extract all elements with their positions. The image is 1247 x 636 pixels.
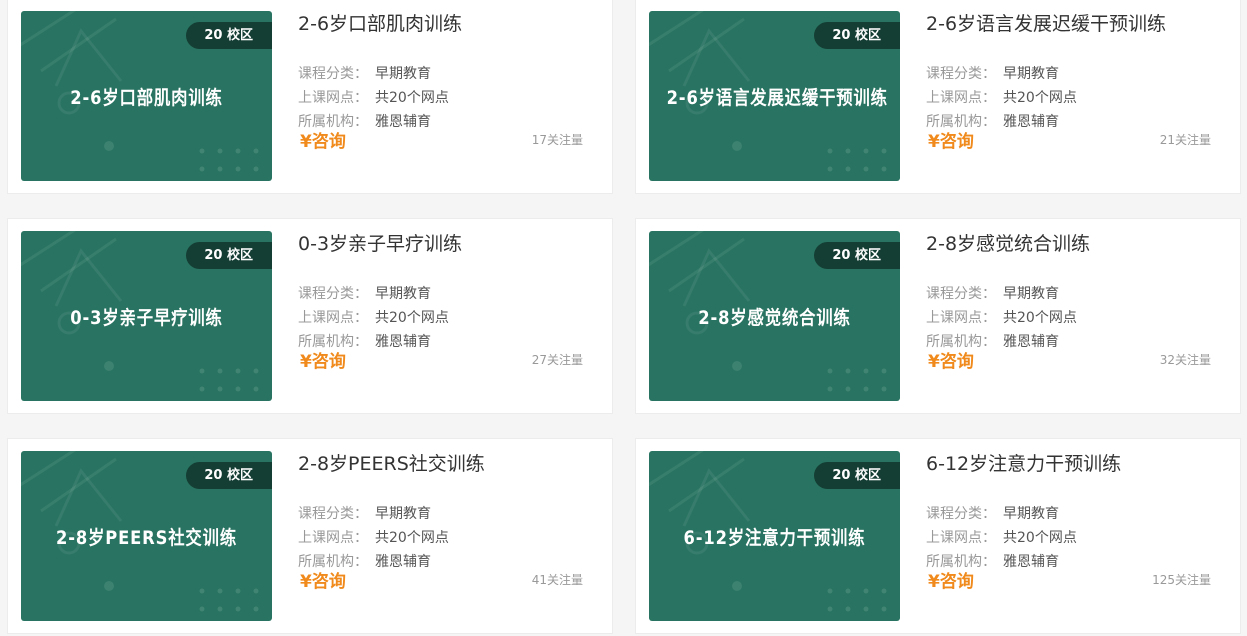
meta-venue: 上课网点： 共20个网点	[298, 87, 449, 107]
meta-value: 早期教育	[375, 506, 431, 522]
price-consult[interactable]: ¥咨询	[300, 567, 346, 592]
meta-venue: 上课网点： 共20个网点	[298, 307, 449, 327]
thumbnail-title: 6-12岁注意力干预训练	[683, 527, 866, 549]
course-title[interactable]: 2-6岁语言发展迟缓干预训练	[926, 9, 1166, 36]
course-card[interactable]: 20 校区 6-12岁注意力干预训练 6-12岁注意力干预训练 课程分类： 早期教…	[635, 438, 1241, 634]
meta-value: 共20个网点	[375, 310, 449, 326]
course-card[interactable]: 20 校区 2-8岁PEERS社交训练 2-8岁PEERS社交训练 课程分类： 早…	[7, 438, 613, 634]
course-grid: 20 校区 2-6岁口部肌肉训练 2-6岁口部肌肉训练 课程分类： 早期教育 上课…	[0, 0, 1247, 636]
meta-category: 课程分类： 早期教育	[926, 283, 1059, 303]
meta-value: 早期教育	[375, 66, 431, 82]
meta-label: 上课网点：	[926, 310, 996, 326]
meta-label: 上课网点：	[926, 90, 996, 106]
campus-count-badge: 20 校区	[814, 22, 900, 49]
thumbnail-title: 0-3岁亲子早疗训练	[70, 307, 223, 329]
meta-label: 上课网点：	[926, 530, 996, 546]
course-card[interactable]: 20 校区 0-3岁亲子早疗训练 0-3岁亲子早疗训练 课程分类： 早期教育 上课…	[7, 218, 613, 414]
follow-count: 125关注量	[1152, 573, 1211, 587]
course-thumbnail[interactable]: 20 校区 2-8岁感觉统合训练	[649, 231, 900, 401]
meta-value: 早期教育	[1003, 66, 1059, 82]
meta-value: 雅恩辅育	[1003, 554, 1059, 570]
follow-count: 41关注量	[531, 573, 583, 587]
price-consult[interactable]: ¥咨询	[928, 127, 974, 152]
meta-value: 雅恩辅育	[1003, 334, 1059, 350]
campus-count-badge: 20 校区	[186, 22, 272, 49]
course-thumbnail[interactable]: 20 校区 0-3岁亲子早疗训练	[21, 231, 272, 401]
follow-count: 32关注量	[1159, 353, 1211, 367]
follow-count: 21关注量	[1159, 133, 1211, 147]
thumbnail-title: 2-8岁感觉统合训练	[698, 307, 851, 329]
meta-venue: 上课网点： 共20个网点	[298, 527, 449, 547]
course-card[interactable]: 20 校区 2-6岁语言发展迟缓干预训练 2-6岁语言发展迟缓干预训练 课程分类…	[635, 0, 1241, 194]
course-title[interactable]: 6-12岁注意力干预训练	[926, 449, 1121, 476]
campus-count-badge: 20 校区	[186, 242, 272, 269]
course-thumbnail[interactable]: 20 校区 2-6岁口部肌肉训练	[21, 11, 272, 181]
meta-venue: 上课网点： 共20个网点	[926, 87, 1077, 107]
meta-value: 共20个网点	[1003, 90, 1077, 106]
price-consult[interactable]: ¥咨询	[928, 567, 974, 592]
meta-label: 上课网点：	[298, 90, 368, 106]
course-thumbnail[interactable]: 20 校区 2-6岁语言发展迟缓干预训练	[649, 11, 900, 181]
meta-label: 课程分类：	[926, 286, 996, 302]
meta-label: 课程分类：	[298, 286, 368, 302]
meta-category: 课程分类： 早期教育	[926, 63, 1059, 83]
meta-category: 课程分类： 早期教育	[298, 63, 431, 83]
course-title[interactable]: 2-8岁感觉统合训练	[926, 229, 1090, 256]
course-thumbnail[interactable]: 20 校区 6-12岁注意力干预训练	[649, 451, 900, 621]
meta-value: 雅恩辅育	[375, 554, 431, 570]
meta-value: 共20个网点	[375, 90, 449, 106]
meta-value: 早期教育	[1003, 506, 1059, 522]
price-consult[interactable]: ¥咨询	[928, 347, 974, 372]
meta-category: 课程分类： 早期教育	[298, 503, 431, 523]
meta-value: 雅恩辅育	[375, 334, 431, 350]
meta-label: 课程分类：	[298, 66, 368, 82]
meta-value: 雅恩辅育	[1003, 114, 1059, 130]
course-thumbnail[interactable]: 20 校区 2-8岁PEERS社交训练	[21, 451, 272, 621]
campus-count-badge: 20 校区	[814, 242, 900, 269]
thumbnail-title: 2-6岁语言发展迟缓干预训练	[666, 87, 888, 109]
course-card[interactable]: 20 校区 2-6岁口部肌肉训练 2-6岁口部肌肉训练 课程分类： 早期教育 上课…	[7, 0, 613, 194]
meta-venue: 上课网点： 共20个网点	[926, 527, 1077, 547]
meta-label: 上课网点：	[298, 310, 368, 326]
follow-count: 17关注量	[531, 133, 583, 147]
meta-value: 共20个网点	[375, 530, 449, 546]
campus-count-badge: 20 校区	[186, 462, 272, 489]
meta-value: 早期教育	[375, 286, 431, 302]
meta-value: 共20个网点	[1003, 310, 1077, 326]
thumbnail-title: 2-8岁PEERS社交训练	[55, 527, 238, 549]
price-consult[interactable]: ¥咨询	[300, 127, 346, 152]
course-title[interactable]: 2-6岁口部肌肉训练	[298, 9, 462, 36]
meta-value: 早期教育	[1003, 286, 1059, 302]
campus-count-badge: 20 校区	[814, 462, 900, 489]
follow-count: 27关注量	[531, 353, 583, 367]
meta-label: 课程分类：	[298, 506, 368, 522]
course-card[interactable]: 20 校区 2-8岁感觉统合训练 2-8岁感觉统合训练 课程分类： 早期教育 上课…	[635, 218, 1241, 414]
course-title[interactable]: 2-8岁PEERS社交训练	[298, 449, 485, 476]
meta-value: 雅恩辅育	[375, 114, 431, 130]
meta-label: 上课网点：	[298, 530, 368, 546]
meta-label: 课程分类：	[926, 506, 996, 522]
price-consult[interactable]: ¥咨询	[300, 347, 346, 372]
course-title[interactable]: 0-3岁亲子早疗训练	[298, 229, 462, 256]
meta-category: 课程分类： 早期教育	[298, 283, 431, 303]
meta-category: 课程分类： 早期教育	[926, 503, 1059, 523]
meta-value: 共20个网点	[1003, 530, 1077, 546]
meta-venue: 上课网点： 共20个网点	[926, 307, 1077, 327]
meta-label: 课程分类：	[926, 66, 996, 82]
thumbnail-title: 2-6岁口部肌肉训练	[70, 87, 223, 109]
